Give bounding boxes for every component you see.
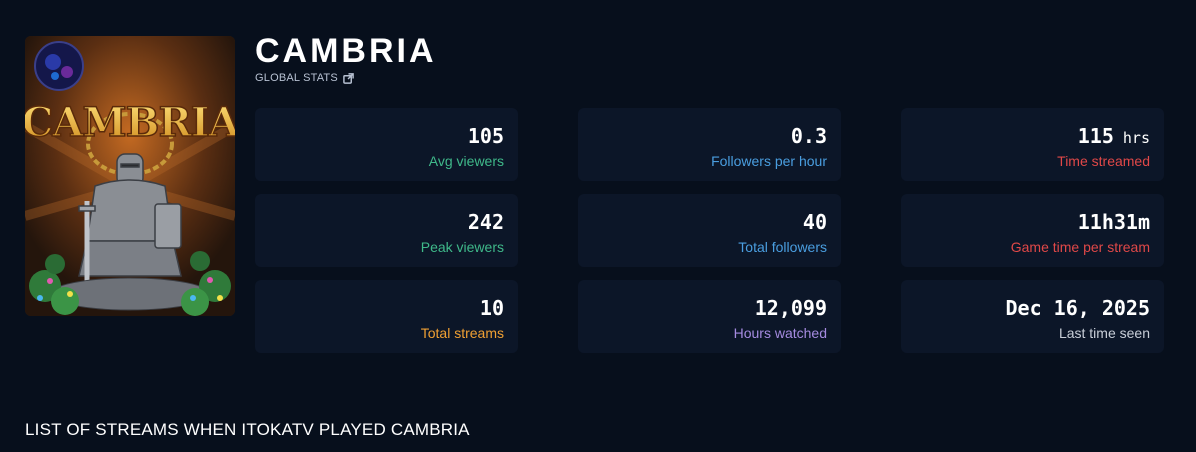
stat-card-last-time-seen: Dec 16, 2025 Last time seen	[901, 280, 1164, 353]
stat-value: 0.3	[790, 124, 827, 148]
stat-value: 11h31m	[1077, 210, 1150, 234]
stat-value: 12,099	[754, 296, 827, 320]
stat-card-avg-viewers: 105 Avg viewers	[255, 108, 518, 181]
external-link-icon	[343, 72, 354, 84]
cover-logo-text: CAMBRIA	[25, 99, 235, 146]
stat-value: 10	[479, 296, 504, 320]
stat-card-total-followers: 40 Total followers	[578, 194, 841, 267]
streams-section-title: LIST OF STREAMS WHEN ITOKATV PLAYED CAMB…	[25, 420, 470, 439]
stat-card-followers-per-hour: 0.3 Followers per hour	[578, 108, 841, 181]
stat-label: Avg viewers	[428, 153, 504, 169]
stat-value: Dec 16, 2025	[1005, 296, 1151, 320]
stat-label: Last time seen	[1058, 325, 1150, 341]
stat-value: 40	[802, 210, 827, 234]
cover-illustration: CAMBRIA	[25, 36, 235, 316]
stat-card-time-streamed: 115 hrs Time streamed	[901, 108, 1164, 181]
stat-label: Game time per stream	[1010, 239, 1150, 255]
game-title: CAMBRIA	[255, 32, 437, 70]
stat-label: Total followers	[738, 239, 827, 255]
stat-card-total-streams: 10 Total streams	[255, 280, 518, 353]
game-cover-art: CAMBRIA	[25, 36, 235, 316]
stats-grid: 105 Avg viewers 0.3 Followers per hour 1…	[255, 108, 1164, 353]
stat-card-game-time-per-stream: 11h31m Game time per stream	[901, 194, 1164, 267]
global-stats-label: GLOBAL STATS	[255, 72, 338, 84]
stat-label: Peak viewers	[420, 239, 504, 255]
stat-card-peak-viewers: 242 Peak viewers	[255, 194, 518, 267]
stat-label: Followers per hour	[711, 153, 827, 169]
stat-label: Hours watched	[733, 325, 827, 341]
stat-card-hours-watched: 12,099 Hours watched	[578, 280, 841, 353]
stat-value: 115 hrs	[1077, 124, 1150, 148]
stat-value: 105	[467, 124, 504, 148]
stat-label: Total streams	[420, 325, 504, 341]
stat-label: Time streamed	[1057, 153, 1150, 169]
global-stats-link[interactable]: GLOBAL STATS	[255, 72, 354, 84]
stat-value: 242	[467, 210, 504, 234]
